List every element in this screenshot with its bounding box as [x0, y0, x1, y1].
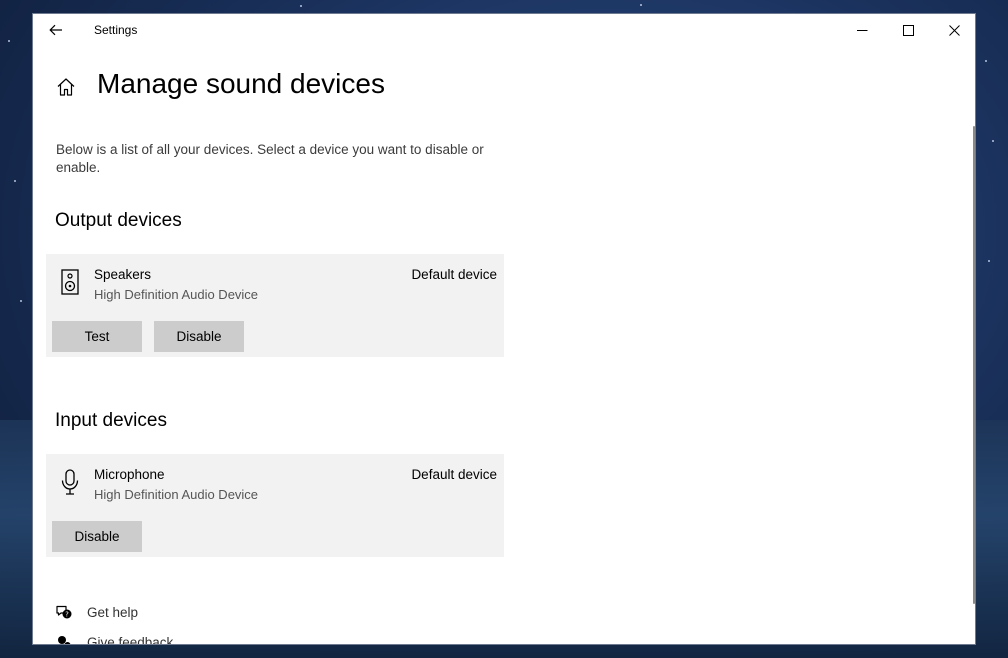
wallpaper-star — [985, 60, 987, 62]
give-feedback-label[interactable]: Give feedback — [87, 635, 173, 645]
get-help-label[interactable]: Get help — [87, 605, 138, 620]
wallpaper-star — [988, 260, 990, 262]
wallpaper-star — [300, 5, 302, 7]
feedback-icon — [58, 636, 71, 644]
maximize-button[interactable] — [885, 14, 931, 46]
wallpaper-star — [20, 300, 22, 302]
disable-microphone-button[interactable]: Disable — [52, 521, 142, 552]
wallpaper-star — [640, 4, 642, 6]
output-device-card[interactable]: Speakers High Definition Audio Device De… — [46, 254, 504, 357]
input-device-card[interactable]: Microphone High Definition Audio Device … — [46, 454, 504, 557]
scrollbar[interactable] — [973, 126, 975, 604]
default-device-badge: Default device — [411, 467, 497, 482]
wallpaper-star — [992, 140, 994, 142]
svg-text:?: ? — [65, 611, 69, 619]
back-button[interactable] — [33, 14, 79, 46]
minimize-icon — [856, 29, 867, 31]
device-subtitle: High Definition Audio Device — [94, 287, 259, 302]
device-name: Speakers — [94, 267, 152, 282]
speaker-icon — [61, 269, 79, 295]
disable-speakers-button[interactable]: Disable — [154, 321, 244, 352]
window-title: Settings — [94, 23, 138, 37]
page-title: Manage sound devices — [97, 68, 385, 99]
back-arrow-icon — [49, 24, 62, 36]
device-subtitle: High Definition Audio Device — [94, 487, 259, 502]
give-feedback-link[interactable]: Give feedback — [55, 633, 173, 645]
help-chat-icon: ? — [56, 605, 72, 619]
device-name: Microphone — [94, 467, 165, 482]
home-button[interactable] — [55, 76, 77, 98]
input-devices-heading: Input devices — [55, 410, 167, 431]
output-devices-heading: Output devices — [55, 210, 182, 231]
microphone-icon — [61, 469, 79, 495]
title-bar: Settings — [33, 14, 975, 46]
wallpaper-star — [14, 180, 16, 182]
get-help-link[interactable]: ? Get help — [55, 603, 138, 621]
default-device-badge: Default device — [411, 267, 497, 282]
settings-window: Settings Manage sound devices Below is a… — [32, 13, 976, 645]
intro-text: Below is a list of all your devices. Sel… — [56, 142, 484, 175]
test-button[interactable]: Test — [52, 321, 142, 352]
minimize-button[interactable] — [839, 14, 885, 46]
home-icon — [57, 78, 75, 96]
close-icon — [948, 24, 960, 36]
maximize-icon — [902, 24, 914, 36]
close-button[interactable] — [931, 14, 975, 46]
wallpaper-star — [8, 40, 10, 42]
